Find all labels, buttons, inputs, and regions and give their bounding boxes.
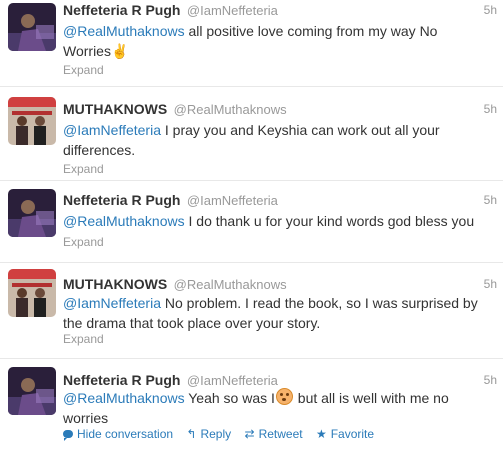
tweet-text: @RealMuthaknows I do thank u for your ki… (63, 211, 493, 231)
tweet-text-segment: all positive love coming from my way No (184, 23, 438, 39)
victory-hand-emoji: ✌ (110, 43, 129, 59)
tweet-text-segment: Worries (63, 43, 111, 59)
tweet-timestamp[interactable]: 5h (484, 274, 497, 294)
tweet-username[interactable]: @IamNeffeteria (187, 193, 278, 208)
tweet-fullname[interactable]: Neffeteria R Pugh (63, 192, 180, 208)
favorite-label: Favorite (330, 427, 375, 441)
star-icon: ★ (315, 427, 327, 441)
tweet-text: @RealMuthaknows all positive love coming… (63, 21, 493, 61)
tweet-text: @IamNeffeteria No problem. I read the bo… (63, 293, 493, 333)
reply-button[interactable]: ↰ Reply (186, 426, 231, 442)
tweet-username[interactable]: @RealMuthaknows (174, 102, 287, 117)
reply-arrow-icon: ↰ (186, 427, 197, 441)
tweet-username[interactable]: @IamNeffeteria (187, 373, 278, 388)
mention-link[interactable]: @RealMuthaknows (63, 390, 185, 406)
retweet-label: Retweet (258, 427, 303, 441)
expand-link[interactable]: Expand (63, 161, 104, 177)
retweet-icon: ⇄ (244, 427, 255, 441)
tweet-text-segment: I do thank u for your kind words god ble… (184, 213, 475, 229)
tweet-text-segment: No problem. I read the book, so I was su… (161, 295, 478, 311)
tweet-text: @IamNeffeteria I pray you and Keyshia ca… (63, 120, 493, 160)
avatar[interactable] (8, 269, 56, 317)
tweet-text-segment: Yeah so was I (184, 390, 275, 406)
tweet-text-segment: differences. (63, 142, 136, 158)
tweet-actions: Hide conversation ↰ Reply ⇄ Retweet ★ Favor… (63, 426, 384, 442)
retweet-button[interactable]: ⇄ Retweet (245, 426, 303, 442)
tweet-text-segment: worries (63, 410, 109, 426)
avatar[interactable] (8, 189, 56, 237)
mention-link[interactable]: @IamNeffeteria (63, 122, 161, 138)
tweet-timestamp[interactable]: 5h (484, 370, 497, 390)
mention-link[interactable]: @RealMuthaknows (63, 213, 185, 229)
tweet-username[interactable]: @RealMuthaknows (174, 277, 287, 292)
tweet[interactable]: MUTHAKNOWS @RealMuthaknows 5h @IamNeffet… (0, 94, 503, 181)
avatar[interactable] (8, 97, 56, 145)
expand-link[interactable]: Expand (63, 234, 104, 250)
hide-conversation-label: Hide conversation (77, 427, 174, 441)
favorite-button[interactable]: ★ Favorite (316, 426, 374, 442)
tweet-text-segment: but all is well with me no (293, 390, 449, 406)
tweet[interactable]: Neffeteria R Pugh @IamNeffeteria 5h @Rea… (0, 186, 503, 263)
tweet-fullname[interactable]: MUTHAKNOWS (63, 101, 167, 117)
tweet-timestamp[interactable]: 5h (484, 0, 497, 20)
tweet-text-segment: the drama that took place over your stor… (63, 315, 321, 331)
tweet-username[interactable]: @IamNeffeteria (187, 3, 278, 18)
tweet[interactable]: Neffeteria R Pugh @IamNeffeteria 5h @Rea… (0, 0, 503, 87)
avatar[interactable] (8, 3, 56, 51)
tweet-fullname[interactable]: MUTHAKNOWS (63, 276, 167, 292)
tweet-fullname[interactable]: Neffeteria R Pugh (63, 372, 180, 388)
avatar[interactable] (8, 367, 56, 415)
mention-link[interactable]: @RealMuthaknows (63, 23, 185, 39)
reply-label: Reply (200, 427, 232, 441)
hide-conversation-link[interactable]: Hide conversation (63, 426, 173, 442)
flushed-face-emoji (275, 388, 293, 405)
tweet-timestamp[interactable]: 5h (484, 99, 497, 119)
expand-link[interactable]: Expand (63, 331, 104, 347)
tweet-text: @RealMuthaknows Yeah so was I but all is… (63, 388, 493, 428)
mention-link[interactable]: @IamNeffeteria (63, 295, 161, 311)
tweet-fullname[interactable]: Neffeteria R Pugh (63, 2, 180, 18)
expand-link[interactable]: Expand (63, 62, 104, 78)
speech-bubble-icon (63, 430, 73, 441)
tweet-timestamp[interactable]: 5h (484, 190, 497, 210)
tweet-text-segment: I pray you and Keyshia can work out all … (161, 122, 440, 138)
tweet[interactable]: MUTHAKNOWS @RealMuthaknows 5h @IamNeffet… (0, 266, 503, 359)
